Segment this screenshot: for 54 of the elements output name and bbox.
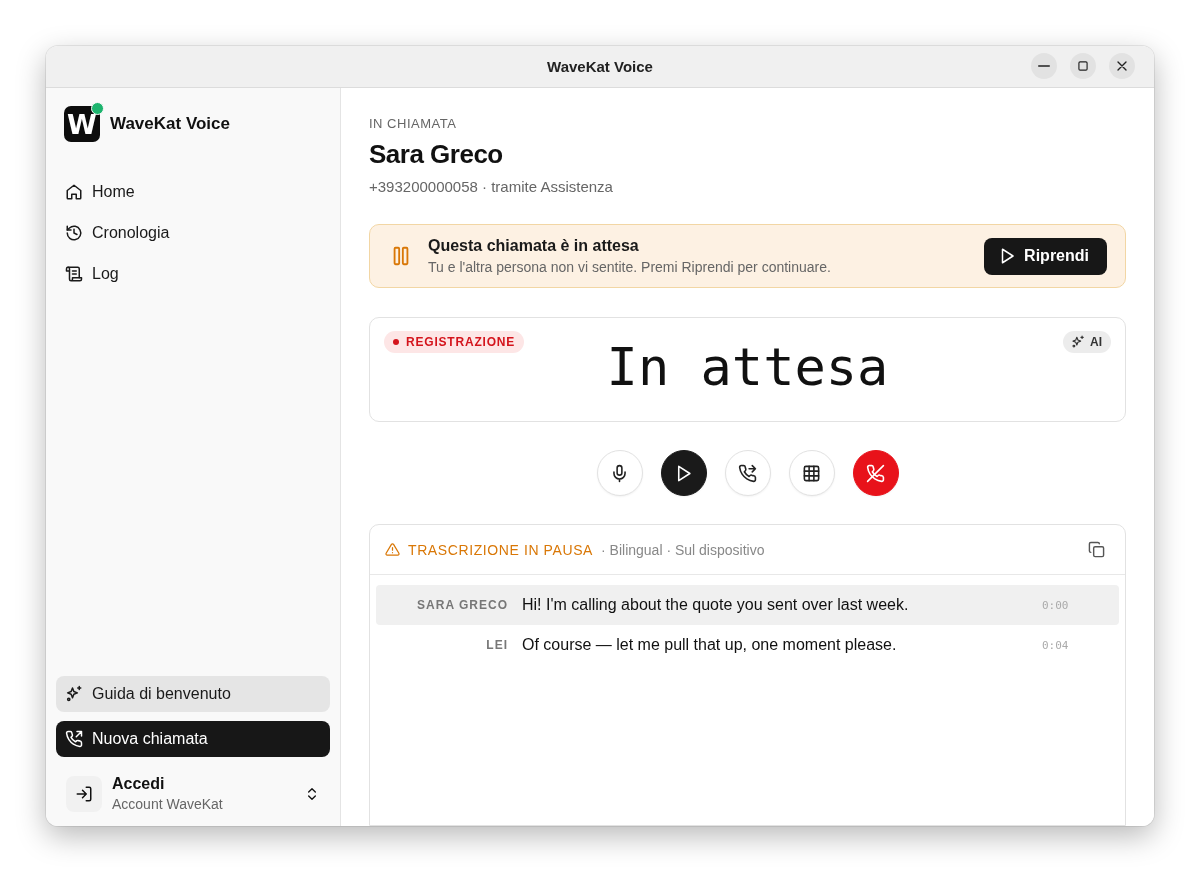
keypad-icon bbox=[802, 463, 821, 483]
sidebar-item[interactable]: Home bbox=[56, 174, 330, 210]
scroll-icon bbox=[65, 265, 83, 283]
transfer-button[interactable] bbox=[724, 450, 771, 496]
sparkles-icon bbox=[65, 685, 83, 703]
app-name: WaveKat Voice bbox=[110, 114, 230, 134]
ai-badge: AI bbox=[1063, 331, 1111, 354]
banner-message: Tu e l'altra persona non vi sentite. Premi Riprendi per continuare. bbox=[428, 259, 832, 276]
call-status: IN CHIAMATA bbox=[369, 116, 458, 131]
sidebar-item[interactable]: Cronologia bbox=[56, 215, 330, 251]
banner-title: Questa chiamata è in attesa bbox=[428, 237, 640, 256]
mute-button[interactable] bbox=[596, 450, 643, 496]
resume-button[interactable]: Riprendi bbox=[984, 237, 1107, 275]
transcript-status: TRASCRIZIONE IN PAUSA bbox=[408, 541, 594, 558]
account-switcher[interactable]: Accedi Account WaveKat bbox=[56, 771, 330, 816]
timestamp: 0:00 bbox=[1042, 598, 1070, 612]
new-call-button[interactable]: Nuova chiamata bbox=[56, 721, 330, 757]
logo-letter: W bbox=[67, 108, 97, 140]
transcript-text: Hi! I'm calling about the quote you sent over last week. bbox=[521, 596, 910, 614]
account-title: Accedi bbox=[112, 775, 166, 793]
warning-icon bbox=[385, 542, 400, 557]
home-icon bbox=[65, 183, 83, 201]
maximize-icon bbox=[1076, 59, 1090, 73]
guide-button[interactable]: Guida di benvenuto bbox=[56, 676, 330, 712]
hang-up-button[interactable] bbox=[852, 450, 899, 496]
copy-icon bbox=[1088, 541, 1105, 558]
minimize-icon bbox=[1038, 65, 1050, 67]
keypad-button[interactable] bbox=[788, 450, 835, 496]
minimize-button[interactable] bbox=[1031, 53, 1057, 79]
caller-name: Sara Greco bbox=[369, 139, 504, 170]
window-title: WaveKat Voice bbox=[547, 58, 653, 75]
transcript-text: Of course — let me pull that up, one moment please. bbox=[521, 636, 898, 654]
phone-forward-icon bbox=[738, 463, 757, 483]
transcript-row[interactable]: SARA GRECO Hi! I'm calling about the quote you sent over last week. 0:00 bbox=[376, 585, 1119, 625]
speaker-label: LEI bbox=[485, 638, 508, 652]
speaker-label: SARA GRECO bbox=[416, 598, 508, 612]
maximize-button[interactable] bbox=[1070, 53, 1096, 79]
call-state-display: In attesa bbox=[606, 336, 889, 397]
caller-details: +393200000058 · tramite Assistenza bbox=[369, 178, 614, 195]
phone-outgoing-icon bbox=[65, 730, 83, 748]
recording-badge: REGISTRAZIONE bbox=[384, 331, 525, 354]
close-button[interactable] bbox=[1109, 53, 1135, 79]
account-subtitle: Account WaveKat bbox=[112, 796, 224, 812]
phone-off-icon bbox=[866, 463, 885, 483]
resume-call-button[interactable] bbox=[660, 450, 707, 496]
copy-button[interactable] bbox=[1088, 541, 1105, 558]
sidebar-item[interactable]: Log bbox=[56, 256, 330, 292]
transcript-row[interactable]: LEI Of course — let me pull that up, one moment please. 0:04 bbox=[376, 625, 1119, 665]
transcript-details: · Bilingual · Sul dispositivo bbox=[601, 541, 766, 558]
sign-in-icon bbox=[75, 784, 93, 803]
timestamp: 0:04 bbox=[1042, 638, 1070, 652]
sparkles-icon bbox=[1071, 335, 1085, 350]
microphone-icon bbox=[610, 463, 629, 483]
history-icon bbox=[65, 224, 83, 242]
